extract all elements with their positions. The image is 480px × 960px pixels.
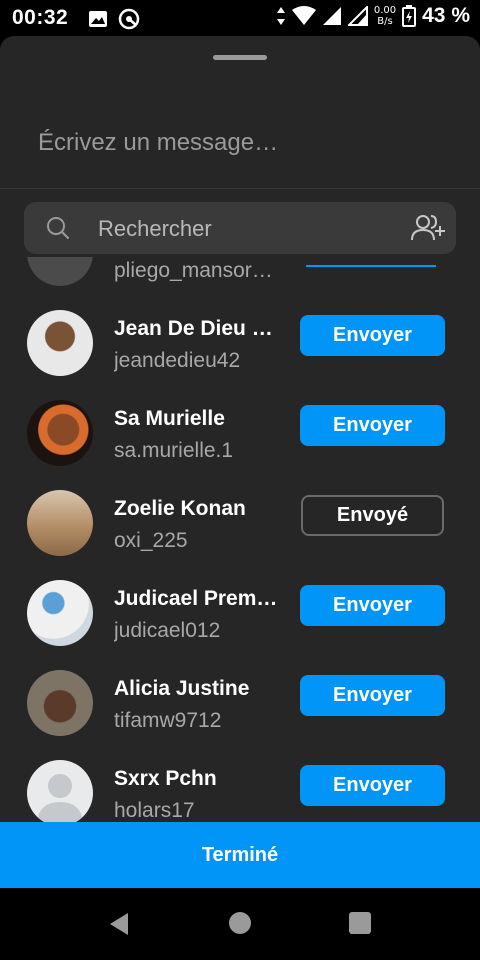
list-item[interactable]: Sxrx Pchn holars17 Envoyer xyxy=(0,753,480,822)
navigation-bar xyxy=(0,888,480,960)
silent-icon xyxy=(276,7,285,25)
share-sheet: pliego_mansor… Jean De Dieu … jeandedieu… xyxy=(0,36,480,888)
network-speed: 0.00 B/s xyxy=(374,5,396,27)
search-icon xyxy=(47,217,69,239)
list-item[interactable]: pliego_mansor… xyxy=(0,257,480,303)
contact-username: holars17 xyxy=(114,799,195,822)
list-item[interactable]: Zoelie Konan oxi_225 Envoyé xyxy=(0,483,480,573)
signal-icon xyxy=(347,6,368,26)
contact-name: Alicia Justine xyxy=(114,677,250,700)
status-left-icons xyxy=(88,8,140,30)
avatar xyxy=(27,580,93,646)
avatar xyxy=(27,310,93,376)
done-button[interactable]: Terminé xyxy=(0,822,480,888)
message-input[interactable] xyxy=(36,122,460,164)
gallery-icon xyxy=(89,11,107,27)
list-item[interactable]: Judicael Prem… judicael012 Envoyer xyxy=(0,573,480,663)
send-button[interactable] xyxy=(306,265,436,267)
list-item[interactable]: Jean De Dieu … jeandedieu42 Envoyer xyxy=(0,303,480,393)
send-button[interactable]: Envoyer xyxy=(300,585,445,626)
contact-name: Sa Murielle xyxy=(114,407,225,430)
recents-icon[interactable] xyxy=(349,912,371,934)
avatar xyxy=(27,670,93,736)
search-bar[interactable] xyxy=(24,202,456,254)
vpn-key-icon xyxy=(118,8,140,30)
divider xyxy=(0,188,480,189)
send-button[interactable]: Envoyer xyxy=(300,765,445,806)
contact-name: Jean De Dieu … xyxy=(114,317,273,340)
battery-charging-icon xyxy=(402,5,417,27)
contact-username: tifamw9712 xyxy=(114,709,222,732)
avatar xyxy=(27,400,93,466)
net-speed-unit: B/s xyxy=(377,16,393,27)
contact-username: pliego_mansor… xyxy=(114,259,273,282)
send-button[interactable]: Envoyer xyxy=(300,315,445,356)
contact-list[interactable]: pliego_mansor… Jean De Dieu … jeandedieu… xyxy=(0,257,480,822)
back-icon[interactable] xyxy=(108,912,132,936)
sent-button[interactable]: Envoyé xyxy=(301,495,444,536)
status-time: 00:32 xyxy=(12,6,69,29)
battery-percentage: 43 % xyxy=(422,4,470,27)
contact-username: sa.murielle.1 xyxy=(114,439,234,462)
wifi-icon xyxy=(291,6,316,25)
contact-name: Judicael Prem… xyxy=(114,587,278,610)
contact-username: jeandedieu42 xyxy=(114,349,241,372)
status-right: 0.00 B/s 43 % xyxy=(276,4,470,28)
home-icon[interactable] xyxy=(229,912,251,934)
avatar xyxy=(27,257,93,286)
list-item[interactable]: Sa Murielle sa.murielle.1 Envoyer xyxy=(0,393,480,483)
signal-icon xyxy=(322,7,341,25)
contact-username: oxi_225 xyxy=(114,529,188,552)
search-input[interactable] xyxy=(96,212,400,246)
net-speed-value: 0.00 xyxy=(373,5,397,16)
add-people-icon[interactable] xyxy=(410,212,446,244)
avatar xyxy=(27,760,93,822)
avatar xyxy=(27,490,93,556)
status-bar: 00:32 0.00 B/s 43 % xyxy=(0,0,480,36)
send-button[interactable]: Envoyer xyxy=(300,405,445,446)
send-button[interactable]: Envoyer xyxy=(300,675,445,716)
list-item[interactable]: Alicia Justine tifamw9712 Envoyer xyxy=(0,663,480,753)
sheet-grabber[interactable] xyxy=(213,55,267,60)
contact-name: Sxrx Pchn xyxy=(114,767,217,790)
default-avatar-icon xyxy=(37,774,83,822)
contact-username: judicael012 xyxy=(114,619,221,642)
contact-name: Zoelie Konan xyxy=(114,497,246,520)
